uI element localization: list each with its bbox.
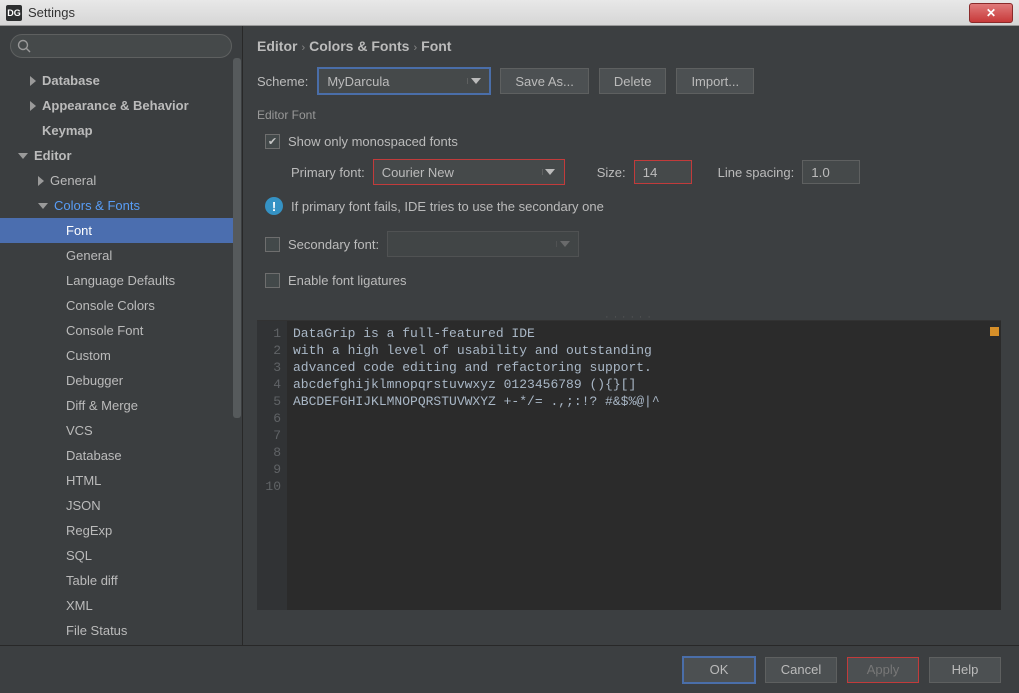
tree-item-json[interactable]: JSON	[0, 493, 242, 518]
info-icon: !	[265, 197, 283, 215]
chevron-right-icon	[38, 176, 44, 186]
size-input[interactable]	[634, 160, 692, 184]
scheme-value: MyDarcula	[319, 74, 467, 89]
secondary-font-label: Secondary font:	[288, 237, 379, 252]
primary-font-combo[interactable]: Courier New	[373, 159, 565, 185]
search-icon	[17, 39, 31, 53]
chevron-right-icon	[30, 76, 36, 86]
sidebar-scrollbar[interactable]	[233, 54, 242, 454]
sidebar: Database Appearance & Behavior Keymap Ed…	[0, 26, 243, 645]
tree-item-vcs[interactable]: VCS	[0, 418, 242, 443]
chevron-down-icon	[38, 203, 48, 209]
help-button[interactable]: Help	[929, 657, 1001, 683]
tree-item-database[interactable]: Database	[0, 68, 242, 93]
chevron-right-icon	[30, 101, 36, 111]
tree-item-lang-defaults[interactable]: Language Defaults	[0, 268, 242, 293]
tree-item-general2[interactable]: General	[0, 243, 242, 268]
tree-item-appearance[interactable]: Appearance & Behavior	[0, 93, 242, 118]
secondary-font-combo[interactable]	[387, 231, 579, 257]
app-icon: DG	[6, 5, 22, 21]
tree-item-html[interactable]: HTML	[0, 468, 242, 493]
tree-item-font[interactable]: Font	[0, 218, 242, 243]
chevron-down-icon	[542, 169, 564, 175]
tree-item-editor[interactable]: Editor	[0, 143, 242, 168]
scheme-combo[interactable]: MyDarcula	[318, 68, 490, 94]
tree-item-console-font[interactable]: Console Font	[0, 318, 242, 343]
ligatures-label: Enable font ligatures	[288, 273, 407, 288]
window-title: Settings	[28, 5, 75, 20]
info-text: If primary font fails, IDE tries to use …	[291, 199, 604, 214]
titlebar: DG Settings ✕	[0, 0, 1019, 26]
close-icon: ✕	[986, 6, 996, 20]
import-button[interactable]: Import...	[676, 68, 754, 94]
tree-item-console-colors[interactable]: Console Colors	[0, 293, 242, 318]
search-input[interactable]	[37, 39, 223, 54]
warning-marker	[990, 327, 999, 336]
chevron-down-icon	[556, 241, 578, 247]
tree-item-keymap[interactable]: Keymap	[0, 118, 242, 143]
dialog-footer: OK Cancel Apply Help	[0, 645, 1019, 693]
chevron-down-icon	[18, 153, 28, 159]
tree-item-file-status[interactable]: File Status	[0, 618, 242, 643]
editor-font-legend: Editor Font	[257, 108, 1001, 122]
ligatures-checkbox[interactable]	[265, 273, 280, 288]
settings-tree: Database Appearance & Behavior Keymap Ed…	[0, 64, 242, 645]
tree-item-colors-fonts[interactable]: Colors & Fonts	[0, 193, 242, 218]
tree-item-sql[interactable]: SQL	[0, 543, 242, 568]
chevron-down-icon	[467, 78, 489, 84]
scheme-label: Scheme:	[257, 74, 308, 89]
save-as-button[interactable]: Save As...	[500, 68, 589, 94]
tree-item-diff-merge[interactable]: Diff & Merge	[0, 393, 242, 418]
line-spacing-input[interactable]	[802, 160, 860, 184]
tree-item-regexp[interactable]: RegExp	[0, 518, 242, 543]
content-panel: Editor›Colors & Fonts›Font Scheme: MyDar…	[243, 26, 1019, 645]
tree-item-debugger[interactable]: Debugger	[0, 368, 242, 393]
breadcrumb: Editor›Colors & Fonts›Font	[257, 38, 1001, 54]
mono-label: Show only monospaced fonts	[288, 134, 458, 149]
gutter: 12345678910	[257, 321, 287, 610]
mono-checkbox[interactable]: ✔	[265, 134, 280, 149]
apply-button[interactable]: Apply	[847, 657, 919, 683]
line-spacing-label: Line spacing:	[718, 165, 795, 180]
primary-font-label: Primary font:	[291, 165, 365, 180]
tree-item-database2[interactable]: Database	[0, 443, 242, 468]
tree-item-general[interactable]: General	[0, 168, 242, 193]
primary-font-value: Courier New	[374, 165, 542, 180]
tree-item-table-diff[interactable]: Table diff	[0, 568, 242, 593]
tree-item-custom[interactable]: Custom	[0, 343, 242, 368]
preview-code[interactable]: DataGrip is a full-featured IDE with a h…	[287, 321, 1001, 610]
tree-item-xml[interactable]: XML	[0, 593, 242, 618]
close-button[interactable]: ✕	[969, 3, 1013, 23]
font-preview: 12345678910 DataGrip is a full-featured …	[257, 320, 1001, 610]
ok-button[interactable]: OK	[683, 657, 755, 683]
search-field-wrap[interactable]	[10, 34, 232, 58]
delete-button[interactable]: Delete	[599, 68, 667, 94]
cancel-button[interactable]: Cancel	[765, 657, 837, 683]
secondary-checkbox[interactable]	[265, 237, 280, 252]
size-label: Size:	[597, 165, 626, 180]
